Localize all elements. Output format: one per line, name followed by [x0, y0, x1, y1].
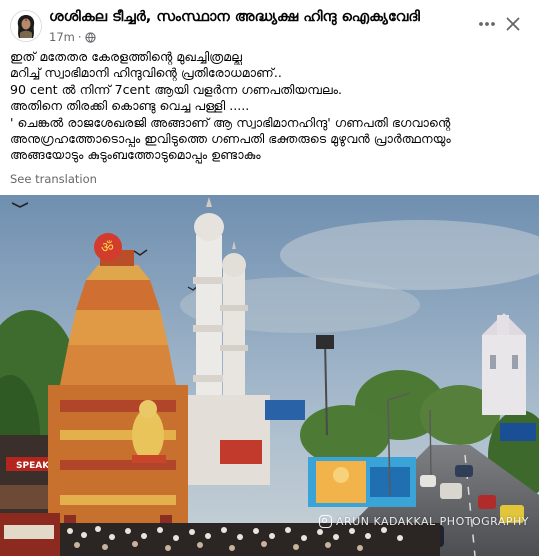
post-line-4: അതിനെ തിരക്കി കൊണ്ടു വെച്ച പള്ളി ..... [10, 98, 250, 114]
shop-sign-text: SPEAK [16, 461, 50, 471]
photo-watermark: ARUN KADAKKAL PHOTOGRAPHY [319, 515, 529, 528]
author-name[interactable]: ശശികല ടീച്ചർ, സംസ്ഥാന അദ്ധ്യക്ഷ ഹിന്ദു ഐ… [49, 9, 420, 25]
post-meta: 17m · [49, 30, 96, 44]
post-line-2: മറിച്ച് സ്വാഭിമാനി ഹിന്ദുവിന്റെ പ്രതിരോധ… [10, 65, 282, 81]
post-header: ശശികല ടീച്ചർ, സംസ്ഥാന അദ്ധ്യക്ഷ ഹിന്ദു ഐ… [0, 0, 539, 44]
post-time[interactable]: 17m [49, 30, 75, 44]
instagram-icon [319, 515, 332, 528]
post-line-1: ഇത് മതേതര കേരളത്തിന്റെ മുഖച്ചിത്രമല്ല [10, 49, 242, 64]
post-line-7: അങ്ങയോടും കുടുംബത്തോടുമൊപ്പം ഉണ്ടാകും [10, 147, 261, 163]
see-translation-link[interactable]: See translation [10, 172, 97, 186]
facebook-post: ശശികല ടീച്ചർ, സംസ്ഥാന അദ്ധ്യക്ഷ ഹിന്ദു ഐ… [0, 0, 539, 556]
post-photo[interactable]: SPEAK ॐ ARUN KADAKKAL PHOTOGRAPHY [0, 195, 539, 556]
close-button[interactable] [501, 12, 525, 36]
globe-icon[interactable] [84, 31, 96, 43]
temple-street-photo: SPEAK ॐ [0, 195, 539, 556]
post-message: ഇത് മതേതര കേരളത്തിന്റെ മുഖച്ചിത്രമല്ല മറ… [10, 49, 530, 164]
post-line-6: അനുഗ്രഹത്തോടൊപ്പം ഇവിടുത്തെ ഗണപതി ഭക്തരു… [10, 131, 451, 147]
author-avatar[interactable] [10, 10, 42, 42]
svg-text:ॐ: ॐ [101, 240, 114, 256]
watermark-text: ARUN KADAKKAL PHOTOGRAPHY [336, 515, 529, 528]
post-line-3: 90 cent ൽ നിന്ന് 7cent ആയി വളർന്ന ഗണപതിയ… [10, 81, 342, 97]
more-horizontal-icon [479, 22, 495, 26]
close-icon [506, 17, 520, 31]
meta-separator: · [77, 30, 82, 44]
post-line-5: ' ചെങ്കൽ രാജശേഖരജി അങ്ങാണ് ആ സ്വാഭിമാനഹി… [10, 114, 451, 130]
avatar-image [11, 11, 41, 41]
more-options-button[interactable] [475, 12, 499, 36]
